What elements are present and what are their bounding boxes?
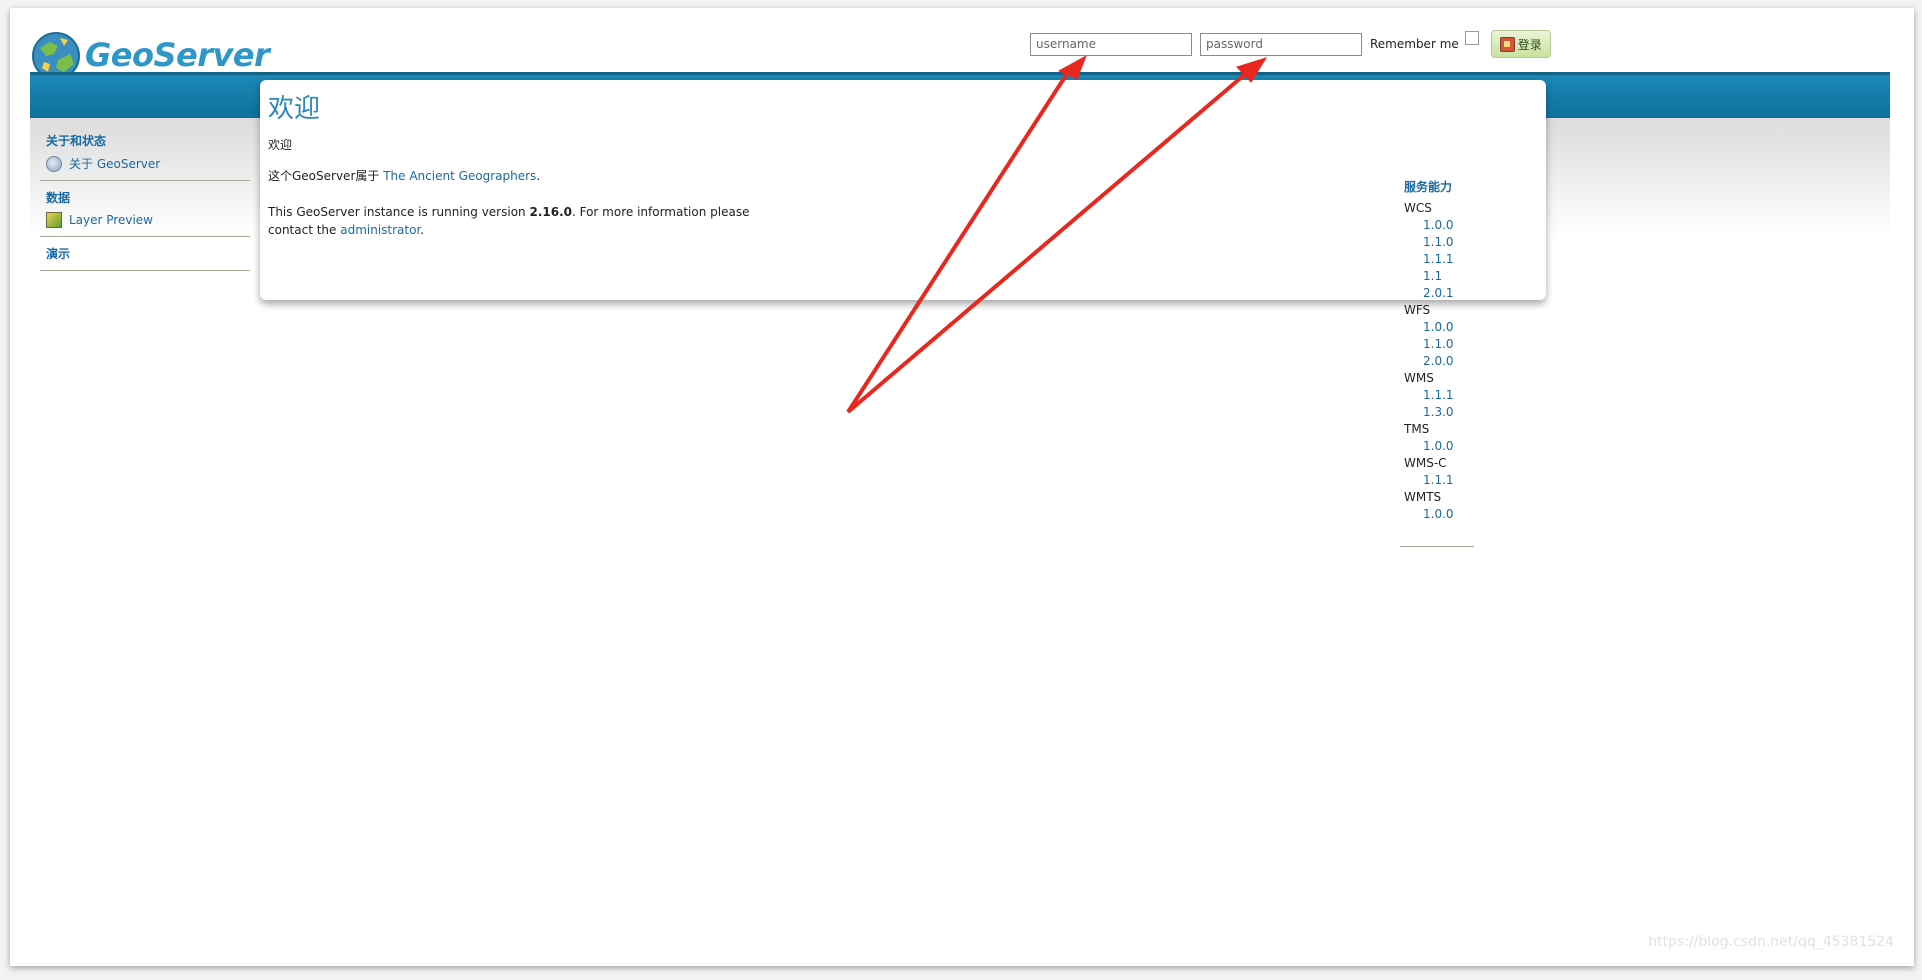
remember-me-label: Remember me	[1370, 37, 1459, 51]
sidebar-item-label: Layer Preview	[69, 213, 153, 227]
service-version-link[interactable]: 1.1.1	[1423, 388, 1474, 402]
password-input[interactable]	[1200, 32, 1362, 56]
version-number: 2.16.0	[529, 205, 572, 219]
page-title: 欢迎	[268, 94, 321, 124]
service-wms-c: WMS-C	[1404, 456, 1447, 470]
sidebar-heading-about: 关于和状态	[46, 134, 107, 148]
service-version-link[interactable]: 1.1.0	[1423, 235, 1474, 249]
service-capabilities: 服务能力 WCS 1.0.0 1.1.0 1.1.1 1.1 2.0.1 WFS 1.0.0 1…	[1404, 178, 1474, 521]
service-version-link[interactable]: 1.1.1	[1423, 473, 1474, 487]
service-wmts: WMTS	[1404, 490, 1442, 504]
sidebar-item-about-geoserver[interactable]: 关于 GeoServer	[46, 155, 244, 172]
sidebar-divider	[40, 270, 250, 271]
service-version-link[interactable]: 1.0.0	[1423, 439, 1474, 453]
login-button[interactable]: 登录	[1490, 30, 1551, 58]
capabilities-divider	[1400, 546, 1474, 547]
welcome-card: 欢迎 欢迎 这个GeoServer属于 The Ancient Geograph…	[260, 80, 1546, 300]
sidebar-divider	[40, 236, 250, 237]
service-version-link[interactable]: 1.1	[1423, 269, 1474, 283]
username-input[interactable]	[1030, 32, 1192, 56]
service-version-link[interactable]: 2.0.0	[1423, 354, 1474, 368]
version-prefix: This GeoServer instance is running versi…	[268, 205, 530, 219]
service-wcs: WCS	[1404, 201, 1432, 215]
sidebar-section-about: 关于和状态 关于 GeoServer	[40, 132, 250, 172]
login-icon	[1499, 36, 1515, 52]
sidebar-section-demos: 演示	[40, 245, 250, 262]
service-version-link[interactable]: 1.3.0	[1423, 405, 1474, 419]
version-suffix: .	[420, 223, 425, 237]
login-form: Remember me 登录	[1030, 30, 1551, 58]
welcome-text: 欢迎	[268, 138, 293, 152]
version-info: This GeoServer instance is running versi…	[268, 203, 788, 239]
capabilities-heading: 服务能力	[1404, 180, 1453, 194]
sidebar: 关于和状态 关于 GeoServer 数据 Layer Preview 演示	[40, 124, 250, 271]
service-version-link[interactable]: 1.1.1	[1423, 252, 1474, 266]
watermark: https://blog.csdn.net/qq_45381524	[1648, 934, 1894, 950]
login-button-label: 登录	[1517, 37, 1542, 52]
globe-help-icon	[46, 155, 62, 172]
service-version-link[interactable]: 1.0.0	[1423, 218, 1474, 232]
capabilities-list: WCS 1.0.0 1.1.0 1.1.1 1.1 2.0.1 WFS 1.0.0 1.1.0 2…	[1404, 201, 1474, 521]
sidebar-item-layer-preview[interactable]: Layer Preview	[46, 212, 244, 228]
page: GeoServer Remember me 登录 关于和状态 关于 GeoSer…	[10, 8, 1914, 966]
service-version-link[interactable]: 1.0.0	[1423, 320, 1474, 334]
sidebar-section-data: 数据 Layer Preview	[40, 189, 250, 228]
service-version-link[interactable]: 2.0.1	[1423, 286, 1474, 300]
sidebar-heading-demos[interactable]: 演示	[46, 245, 244, 262]
layer-preview-icon	[46, 212, 62, 228]
service-wfs: WFS	[1404, 303, 1431, 317]
owner-line: 这个GeoServer属于 The Ancient Geographers.	[268, 167, 540, 184]
remember-me-checkbox[interactable]	[1464, 31, 1479, 45]
owner-suffix: .	[536, 169, 541, 183]
owner-prefix: 这个GeoServer属于	[268, 169, 384, 183]
sidebar-divider	[40, 180, 250, 181]
brand-name: GeoServer	[85, 36, 270, 74]
service-wms: WMS	[1404, 371, 1434, 385]
sidebar-heading-data: 数据	[46, 191, 71, 205]
service-version-link[interactable]: 1.0.0	[1423, 507, 1474, 521]
service-tms: TMS	[1404, 422, 1430, 436]
sidebar-item-label: 关于 GeoServer	[69, 157, 161, 171]
owner-link[interactable]: The Ancient Geographers	[383, 169, 536, 183]
administrator-link[interactable]: administrator	[340, 223, 420, 237]
service-version-link[interactable]: 1.1.0	[1423, 337, 1474, 351]
